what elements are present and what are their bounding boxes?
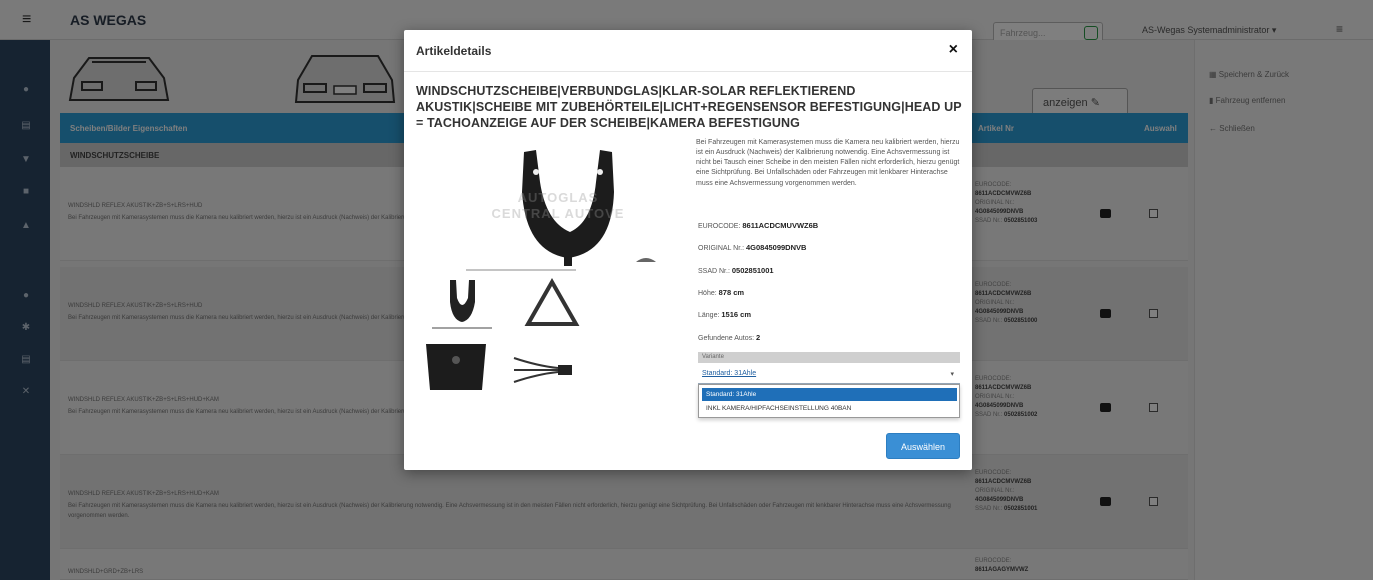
article-details-modal: Artikeldetails × WINDSCHUTZSCHEIBE|VERBU…: [404, 30, 972, 470]
variant-dropdown: Standard: 31Ahle INKL KAMERA/HIPFACHSEIN…: [698, 384, 960, 418]
found-cars-line: Gefundene Autos: 2: [698, 333, 761, 342]
dropdown-option-standard[interactable]: Standard: 31Ahle: [702, 388, 957, 401]
close-icon[interactable]: ×: [949, 41, 958, 59]
chevron-down-icon: ▾: [950, 371, 954, 378]
length-line: Länge: 1516 cm: [698, 310, 751, 319]
image-watermark: AUTOGLAS CENTRAL AUTOVE: [491, 190, 625, 221]
height-line: Höhe: 878 cm: [698, 288, 745, 297]
select-button[interactable]: Auswählen: [886, 433, 960, 459]
thumbnail-cable-image[interactable]: [508, 338, 588, 396]
product-title: WINDSCHUTZSCHEIBE|VERBUNDGLAS|KLAR-SOLAR…: [416, 84, 962, 130]
original-number-line: ORIGINAL Nr.: 4G0845099DNVB: [698, 243, 807, 252]
product-description: Bei Fahrzeugen mit Kamerasystemen muss d…: [696, 139, 960, 187]
modal-header: Artikeldetails ×: [404, 30, 972, 72]
thumbnail-bracket-image[interactable]: [422, 276, 502, 334]
dropdown-option-camera[interactable]: INKL KAMERA/HIPFACHSEINSTELLUNG 40BAN: [702, 402, 957, 415]
eurocode-line: EUROCODE: 8611ACDCMUVWZ6B: [698, 221, 819, 230]
modal-title: Artikeldetails: [416, 44, 492, 58]
variant-select[interactable]: Standard: 31Ahle ▾: [698, 366, 960, 384]
ssad-number-line: SSAD Nr.: 0502851001: [698, 266, 774, 275]
thumbnail-cover-image[interactable]: [416, 338, 496, 396]
variant-select-label: Variante: [698, 352, 960, 363]
thumbnail-triangle-image[interactable]: [512, 276, 592, 334]
